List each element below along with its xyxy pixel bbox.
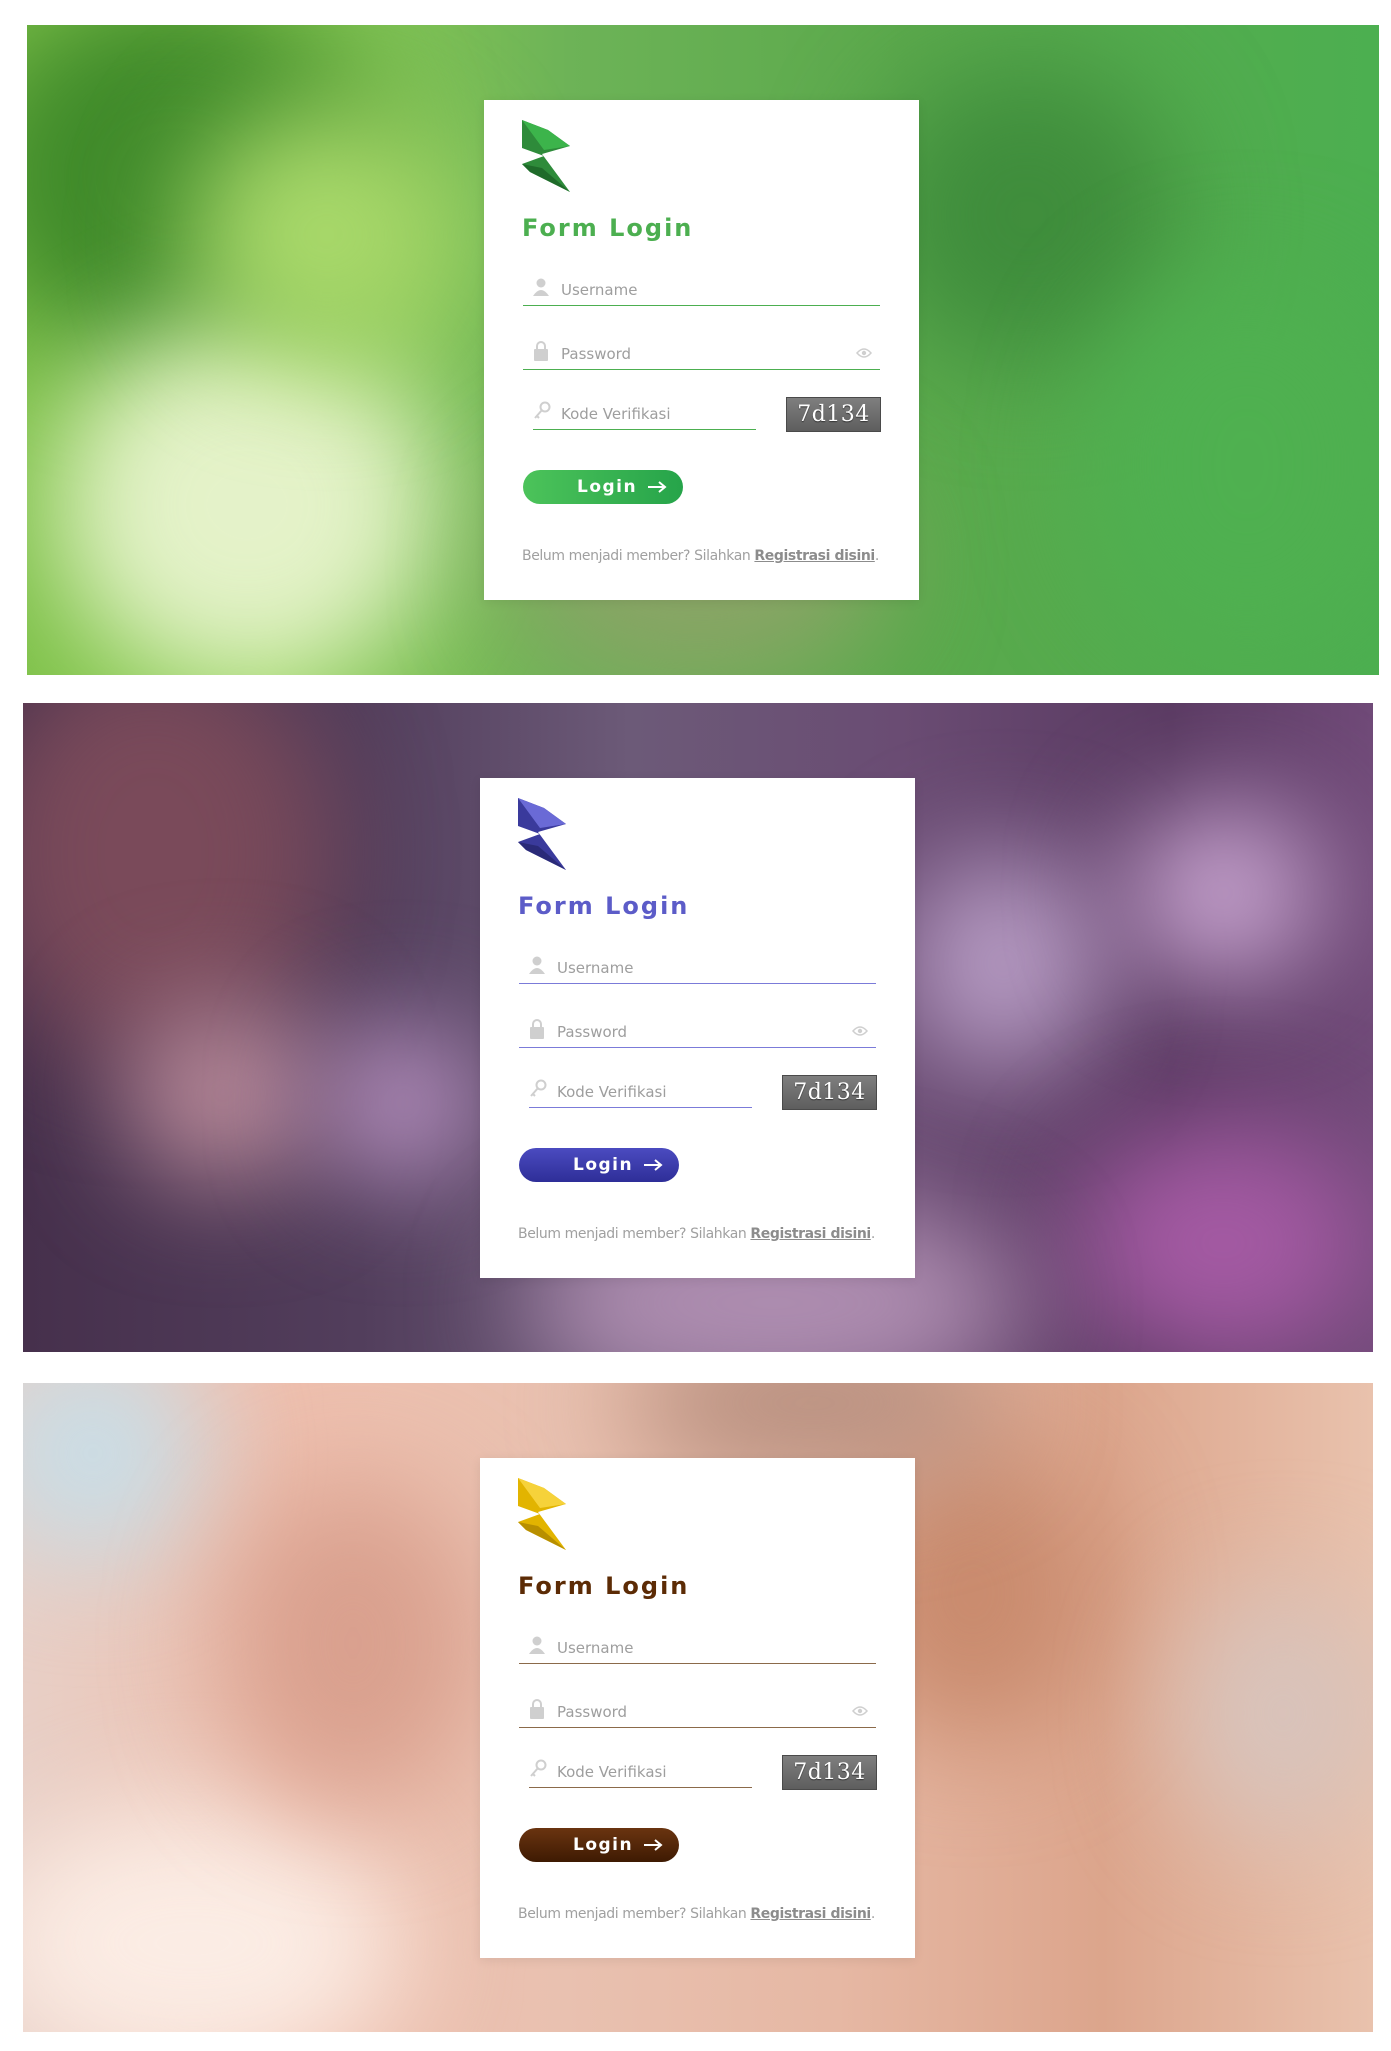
register-link[interactable]: Registrasi disini bbox=[750, 1906, 871, 1922]
login-button[interactable]: Login bbox=[519, 1148, 679, 1182]
user-icon bbox=[529, 1636, 545, 1654]
username-field[interactable]: Username bbox=[519, 1629, 876, 1664]
lock-icon bbox=[530, 1019, 544, 1039]
logo-icon bbox=[522, 120, 570, 192]
footer-text: Belum menjadi member? Silahkan Registras… bbox=[518, 1226, 875, 1242]
login-panel-purple: Form Login Username Password Kode Verifi… bbox=[23, 703, 1373, 1352]
login-button-label: Login bbox=[573, 1155, 634, 1175]
login-button[interactable]: Login bbox=[523, 470, 683, 504]
register-link[interactable]: Registrasi disini bbox=[754, 548, 875, 564]
user-icon bbox=[533, 278, 549, 296]
key-icon bbox=[530, 1759, 547, 1777]
username-field[interactable]: Username bbox=[523, 271, 880, 306]
arrow-right-icon bbox=[644, 1159, 663, 1171]
logo-icon bbox=[518, 798, 566, 870]
verification-placeholder: Kode Verifikasi bbox=[557, 1763, 667, 1781]
verification-placeholder: Kode Verifikasi bbox=[561, 405, 671, 423]
key-icon bbox=[534, 401, 551, 419]
captcha-image: 7d134 bbox=[782, 1075, 877, 1110]
password-field[interactable]: Password bbox=[519, 1693, 876, 1728]
arrow-right-icon bbox=[648, 481, 667, 493]
login-panel-green: Form Login Username Password Kode Verifi… bbox=[27, 25, 1379, 675]
login-panel-brown: Form Login Username Password Kode Verifi… bbox=[23, 1383, 1373, 2032]
verification-placeholder: Kode Verifikasi bbox=[557, 1083, 667, 1101]
login-card: Form Login Username Password Kode Verifi… bbox=[480, 778, 915, 1278]
form-title: Form Login bbox=[522, 214, 694, 242]
eye-icon[interactable] bbox=[852, 1025, 868, 1037]
password-field[interactable]: Password bbox=[519, 1013, 876, 1048]
lock-icon bbox=[530, 1699, 544, 1719]
footer-text: Belum menjadi member? Silahkan Registras… bbox=[522, 548, 879, 564]
captcha-image: 7d134 bbox=[782, 1755, 877, 1790]
password-placeholder: Password bbox=[557, 1703, 628, 1721]
password-placeholder: Password bbox=[561, 345, 632, 363]
footer-text: Belum menjadi member? Silahkan Registras… bbox=[518, 1906, 875, 1922]
password-placeholder: Password bbox=[557, 1023, 628, 1041]
username-placeholder: Username bbox=[557, 1639, 634, 1657]
verification-field[interactable]: Kode Verifikasi bbox=[533, 395, 756, 430]
password-field[interactable]: Password bbox=[523, 335, 880, 370]
login-button-label: Login bbox=[573, 1835, 634, 1855]
username-field[interactable]: Username bbox=[519, 949, 876, 984]
eye-icon[interactable] bbox=[852, 1705, 868, 1717]
verification-field[interactable]: Kode Verifikasi bbox=[529, 1753, 752, 1788]
username-placeholder: Username bbox=[561, 281, 638, 299]
verification-field[interactable]: Kode Verifikasi bbox=[529, 1073, 752, 1108]
login-button[interactable]: Login bbox=[519, 1828, 679, 1862]
user-icon bbox=[529, 956, 545, 974]
logo-icon bbox=[518, 1478, 566, 1550]
form-title: Form Login bbox=[518, 1572, 690, 1600]
eye-icon[interactable] bbox=[856, 347, 872, 359]
username-placeholder: Username bbox=[557, 959, 634, 977]
lock-icon bbox=[534, 341, 548, 361]
arrow-right-icon bbox=[644, 1839, 663, 1851]
login-card: Form Login Username Password Kode Verifi… bbox=[480, 1458, 915, 1958]
form-title: Form Login bbox=[518, 892, 690, 920]
login-card: Form Login Username Password Kode Verifi… bbox=[484, 100, 919, 600]
captcha-image: 7d134 bbox=[786, 397, 881, 432]
register-link[interactable]: Registrasi disini bbox=[750, 1226, 871, 1242]
key-icon bbox=[530, 1079, 547, 1097]
login-button-label: Login bbox=[577, 477, 638, 497]
